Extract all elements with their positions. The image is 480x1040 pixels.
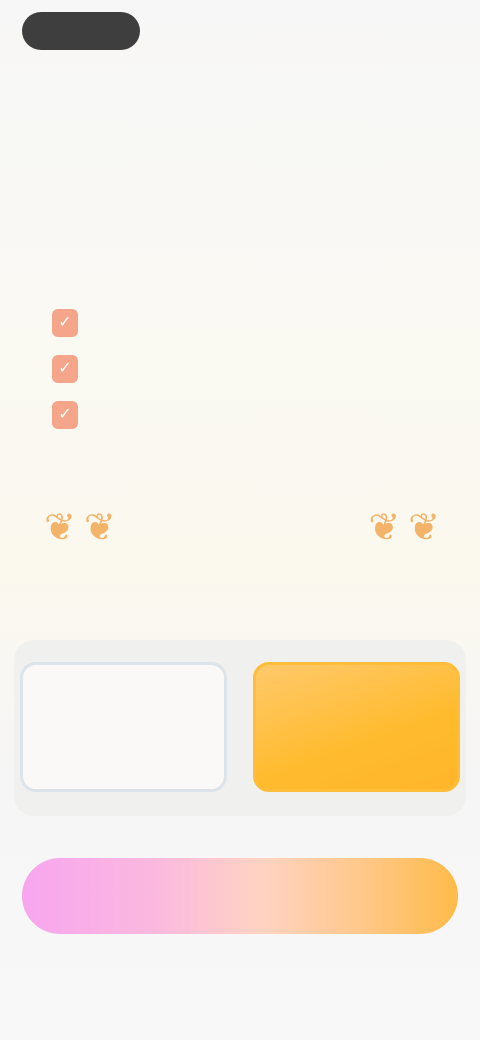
plan-option-annual[interactable]: [253, 662, 460, 792]
page-title: [30, 170, 450, 220]
laurel-right-icon: ❦: [408, 507, 440, 549]
laurel-right-icon: ❦: [83, 507, 116, 549]
check-icon: ✓: [52, 355, 78, 383]
feature-list: ✓ ✓ ✓: [52, 300, 424, 438]
check-icon: ✓: [52, 309, 78, 337]
list-item: ✓: [52, 346, 424, 392]
plan-selector: [14, 640, 466, 816]
award-badges: ❦ ❦ ❦ ❦: [44, 496, 440, 560]
check-icon: ✓: [52, 401, 78, 429]
list-item: ✓: [52, 300, 424, 346]
laurel-left-icon: ❦: [368, 507, 401, 549]
award-badge: ❦ ❦: [44, 509, 116, 547]
laurel-left-icon: ❦: [44, 507, 76, 549]
continue-button[interactable]: [22, 858, 458, 934]
award-badge: ❦ ❦: [368, 509, 440, 547]
paywall-screen: ✓ ✓ ✓ ❦ ❦ ❦ ❦: [0, 0, 480, 1040]
list-item: ✓: [52, 392, 424, 438]
back-button[interactable]: [22, 12, 140, 50]
plan-option-weekly[interactable]: [20, 662, 227, 792]
